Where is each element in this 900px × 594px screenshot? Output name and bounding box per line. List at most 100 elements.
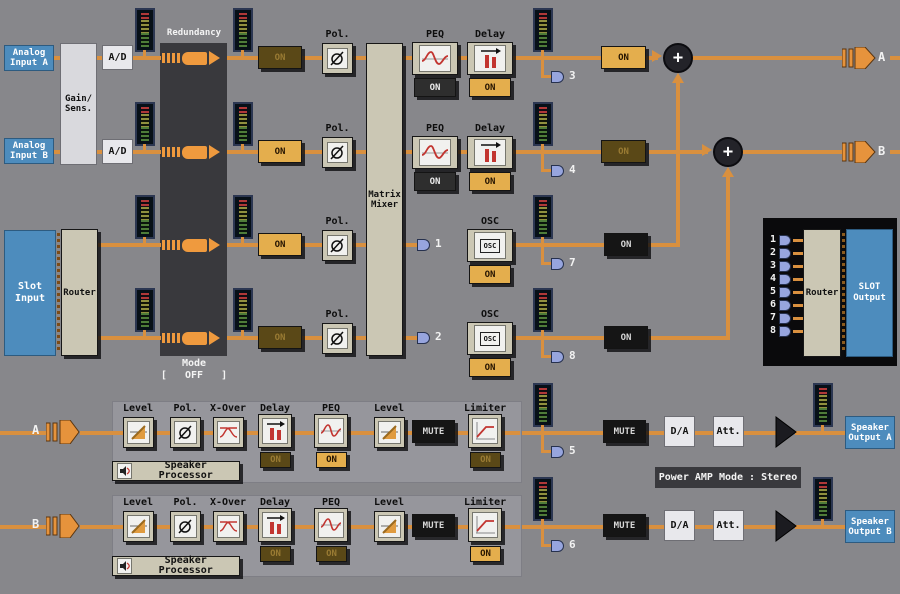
slot-channel-number: 5 [766,286,776,297]
peq-curve-icon [318,512,344,538]
peq-on-button-a[interactable]: ON [414,78,456,97]
attenuator-a[interactable]: Att. [713,416,744,447]
peq-block-b[interactable] [412,136,458,169]
limiter-curve-icon [472,512,498,538]
ad-converter-b[interactable]: A/D [102,139,133,164]
sp-mute-button-b[interactable]: MUTE [412,514,455,537]
input-router-block[interactable]: Router [61,229,98,356]
level-meter [813,477,833,521]
da-converter-b[interactable]: D/A [664,510,695,541]
level-fader-icon [127,421,150,444]
osc-on-button-1[interactable]: ON [469,265,511,284]
branch-number: 6 [569,538,576,551]
osc-label: OSC [467,309,513,320]
bus-on-button-a[interactable]: ON [601,46,646,69]
sp-level2-block-a[interactable] [374,417,405,448]
delay-on-button-b[interactable]: ON [469,172,511,191]
sp-peq-on-button-b[interactable]: ON [316,546,347,562]
meter-stub [241,237,244,243]
sp-polarity-block-b[interactable] [170,511,201,542]
osc-block-2[interactable]: OSC [467,322,513,355]
delay-icon [262,418,288,444]
signal-line [890,56,900,60]
sp-xover-block-b[interactable] [213,511,244,542]
slot-channel-line [793,265,803,268]
slot-channel-connector [779,235,791,246]
sp-limiter-on-button-a[interactable]: ON [470,452,501,468]
delay-block-b[interactable] [467,136,513,169]
peq-on-button-b[interactable]: ON [414,172,456,191]
sp-delay-block-b[interactable] [258,508,292,542]
delay-label: Delay [467,29,513,40]
peq-block-a[interactable] [412,42,458,75]
slot-channel-connector [779,287,791,298]
output-mute-button-b[interactable]: MUTE [603,514,646,537]
osc-on-button-2[interactable]: ON [469,358,511,377]
redundancy-mode-value[interactable]: [ OFF ] [148,370,240,381]
bus-on-button-b[interactable]: ON [601,140,646,163]
sp-peq-block-b[interactable] [314,508,348,542]
sp-level-block-b[interactable] [123,511,154,542]
sp-delay-on-button-a[interactable]: ON [260,452,291,468]
sp-xover-block-a[interactable] [213,417,244,448]
bus-on-button-7[interactable]: ON [604,233,648,256]
sp-polarity-block-a[interactable] [170,417,201,448]
delay-icon [262,512,288,538]
speaker-processor-button-a[interactable]: Speaker Processor [112,461,240,481]
output-router-block[interactable]: Router [803,229,841,357]
da-converter-a[interactable]: D/A [664,416,695,447]
osc-label: OSC [467,216,513,227]
polarity-block-a[interactable] [322,43,353,74]
sp-limiter-on-button-b[interactable]: ON [470,546,501,562]
peq-label: PEQ [312,497,350,508]
ad-converter-a[interactable]: A/D [102,45,133,70]
slot-channel-connector [779,261,791,272]
slot-channel-line [793,317,803,320]
pol-label: Pol. [315,216,360,227]
sp-limiter-block-a[interactable] [468,414,502,448]
sp-mute-button-a[interactable]: MUTE [412,420,455,443]
sp-level2-block-b[interactable] [374,511,405,542]
matrix-out-connector-2 [417,332,430,344]
osc-block-1[interactable]: OSC [467,229,513,262]
branch-number: 3 [569,69,576,82]
delay-label: Delay [467,123,513,134]
polarity-icon [327,328,348,349]
input-on-button-a[interactable]: ON [258,46,302,69]
signal-line [744,431,776,435]
output-letter-a: A [878,50,885,64]
delay-on-button-a[interactable]: ON [469,78,511,97]
signal-line [522,431,604,435]
level-meter [135,102,155,146]
gain-sens-block[interactable]: Gain/ Sens. [60,43,97,165]
matrix-mixer-block[interactable]: Matrix Mixer [366,43,403,356]
osc-icon-text: OSC [480,332,501,346]
output-mute-button-a[interactable]: MUTE [603,420,646,443]
redundancy-block [160,43,227,356]
level-meter [533,477,553,521]
input-on-button-4[interactable]: ON [258,326,302,349]
polarity-block-b[interactable] [322,137,353,168]
sp-level-block-a[interactable] [123,417,154,448]
input-on-button-b[interactable]: ON [258,140,302,163]
amp-input-connector-b [46,514,80,538]
level-fader-icon [127,515,150,538]
input-on-button-3[interactable]: ON [258,233,302,256]
sp-limiter-block-b[interactable] [468,508,502,542]
polarity-block-4[interactable] [322,323,353,354]
sp-peq-block-a[interactable] [314,414,348,448]
polarity-block-3[interactable] [322,230,353,261]
slot-channel-connector [779,313,791,324]
sp-delay-on-button-b[interactable]: ON [260,546,291,562]
slot-channel-line [793,239,803,242]
attenuator-b[interactable]: Att. [713,510,744,541]
bus-on-button-8[interactable]: ON [604,326,648,349]
peq-label: PEQ [312,403,350,414]
redundancy-mode-label: Mode [160,358,228,369]
output-connector-a [842,47,876,69]
speaker-processor-button-b[interactable]: Speaker Processor [112,556,240,576]
sp-delay-block-a[interactable] [258,414,292,448]
delay-block-a[interactable] [467,42,513,75]
meter-stub [143,144,146,150]
sp-peq-on-button-a[interactable]: ON [316,452,347,468]
